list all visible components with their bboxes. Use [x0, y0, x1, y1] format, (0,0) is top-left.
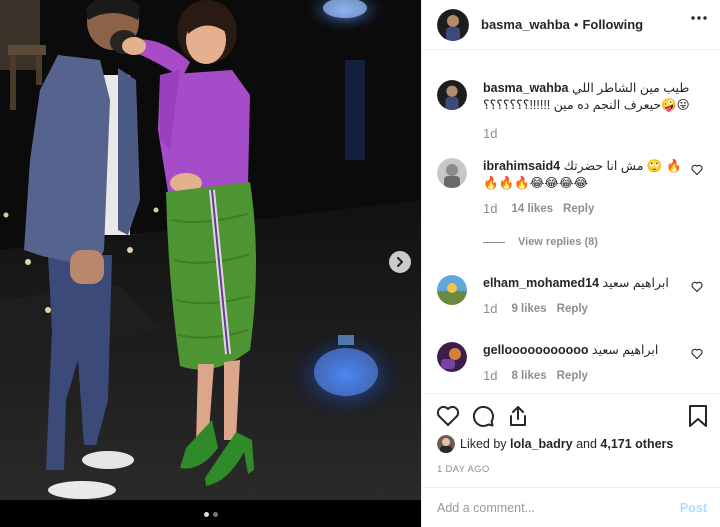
carousel-dot-active [203, 512, 209, 517]
comment-likes[interactable]: 9 likes [511, 303, 546, 315]
avatar[interactable] [437, 8, 469, 41]
comment-username[interactable]: elham_mohamed14 [483, 276, 599, 290]
avatar-image [437, 8, 469, 41]
comment-text: ابراهيم سعيد [602, 276, 669, 290]
comment-username[interactable]: gellooooooooooo [483, 343, 589, 357]
carousel-next-button[interactable] [389, 251, 411, 273]
like-icon[interactable] [436, 404, 460, 428]
post-date[interactable]: 1 DAY AGO [437, 464, 490, 475]
comment-likes[interactable]: 8 likes [511, 370, 546, 382]
likes-summary: Liked by lola_badry and 4,171 others [437, 435, 673, 453]
following-button[interactable]: Following [582, 17, 643, 32]
comment-age[interactable]: 1d [483, 368, 497, 383]
view-replies-button[interactable]: View replies (8) [483, 236, 598, 248]
avatar[interactable] [437, 158, 467, 188]
comment-likes[interactable]: 14 likes [511, 203, 553, 215]
avatar-image [437, 80, 467, 110]
carousel-indicator [0, 512, 421, 517]
add-comment-bar: Add a comment... Post [422, 487, 720, 527]
likes-joiner: and [576, 437, 597, 451]
carousel-dot [212, 512, 218, 517]
avatar[interactable] [437, 80, 467, 110]
divider [483, 241, 505, 243]
action-icons [436, 404, 530, 428]
avatar-image [437, 275, 467, 305]
view-replies-label[interactable]: View replies (8) [518, 236, 598, 248]
caption-age[interactable]: 1d [483, 126, 497, 141]
reply-button[interactable]: Reply [563, 203, 594, 215]
header-separator: • [573, 17, 579, 32]
share-icon[interactable] [506, 404, 530, 428]
comment-age[interactable]: 1d [483, 201, 497, 216]
reply-button[interactable]: Reply [557, 370, 588, 382]
avatar[interactable] [437, 275, 467, 305]
comment-icon[interactable] [471, 404, 495, 428]
comment-text: ابراهيم سعيد [592, 343, 659, 357]
avatar-image [437, 435, 455, 453]
more-options-icon[interactable] [691, 16, 707, 20]
comments-list[interactable]: basma_wahba طيب مين الشاطر اللي 😛🤪حيعرف … [422, 50, 720, 393]
comment-username[interactable]: ibrahimsaid4 [483, 159, 560, 173]
reply-button[interactable]: Reply [557, 303, 588, 315]
caption-username[interactable]: basma_wahba [483, 81, 568, 95]
comment-age[interactable]: 1d [483, 301, 497, 316]
likes-prefix: Liked by [460, 437, 507, 451]
comment-like-icon[interactable] [691, 348, 703, 359]
post-media[interactable] [0, 0, 421, 527]
header-username[interactable]: basma_wahba [481, 17, 570, 32]
likes-others-button[interactable]: 4,171 others [600, 437, 673, 451]
avatar-image [437, 158, 467, 188]
avatar[interactable] [437, 342, 467, 372]
post-side-panel: basma_wahba • Following basma_wahba طيب … [421, 0, 720, 527]
liked-by-user[interactable]: lola_badry [510, 437, 573, 451]
post-header: basma_wahba • Following [422, 0, 720, 50]
chevron-right-icon [397, 257, 403, 267]
comment-like-icon[interactable] [691, 281, 703, 292]
post-photo [0, 0, 421, 500]
comment-like-icon[interactable] [691, 164, 703, 175]
save-icon[interactable] [687, 404, 709, 428]
avatar[interactable] [437, 435, 455, 453]
post-actions: Liked by lola_badry and 4,171 others 1 D… [422, 393, 720, 483]
comment-input[interactable]: Add a comment... [437, 501, 535, 515]
avatar-image [437, 342, 467, 372]
post-comment-button[interactable]: Post [680, 501, 707, 515]
